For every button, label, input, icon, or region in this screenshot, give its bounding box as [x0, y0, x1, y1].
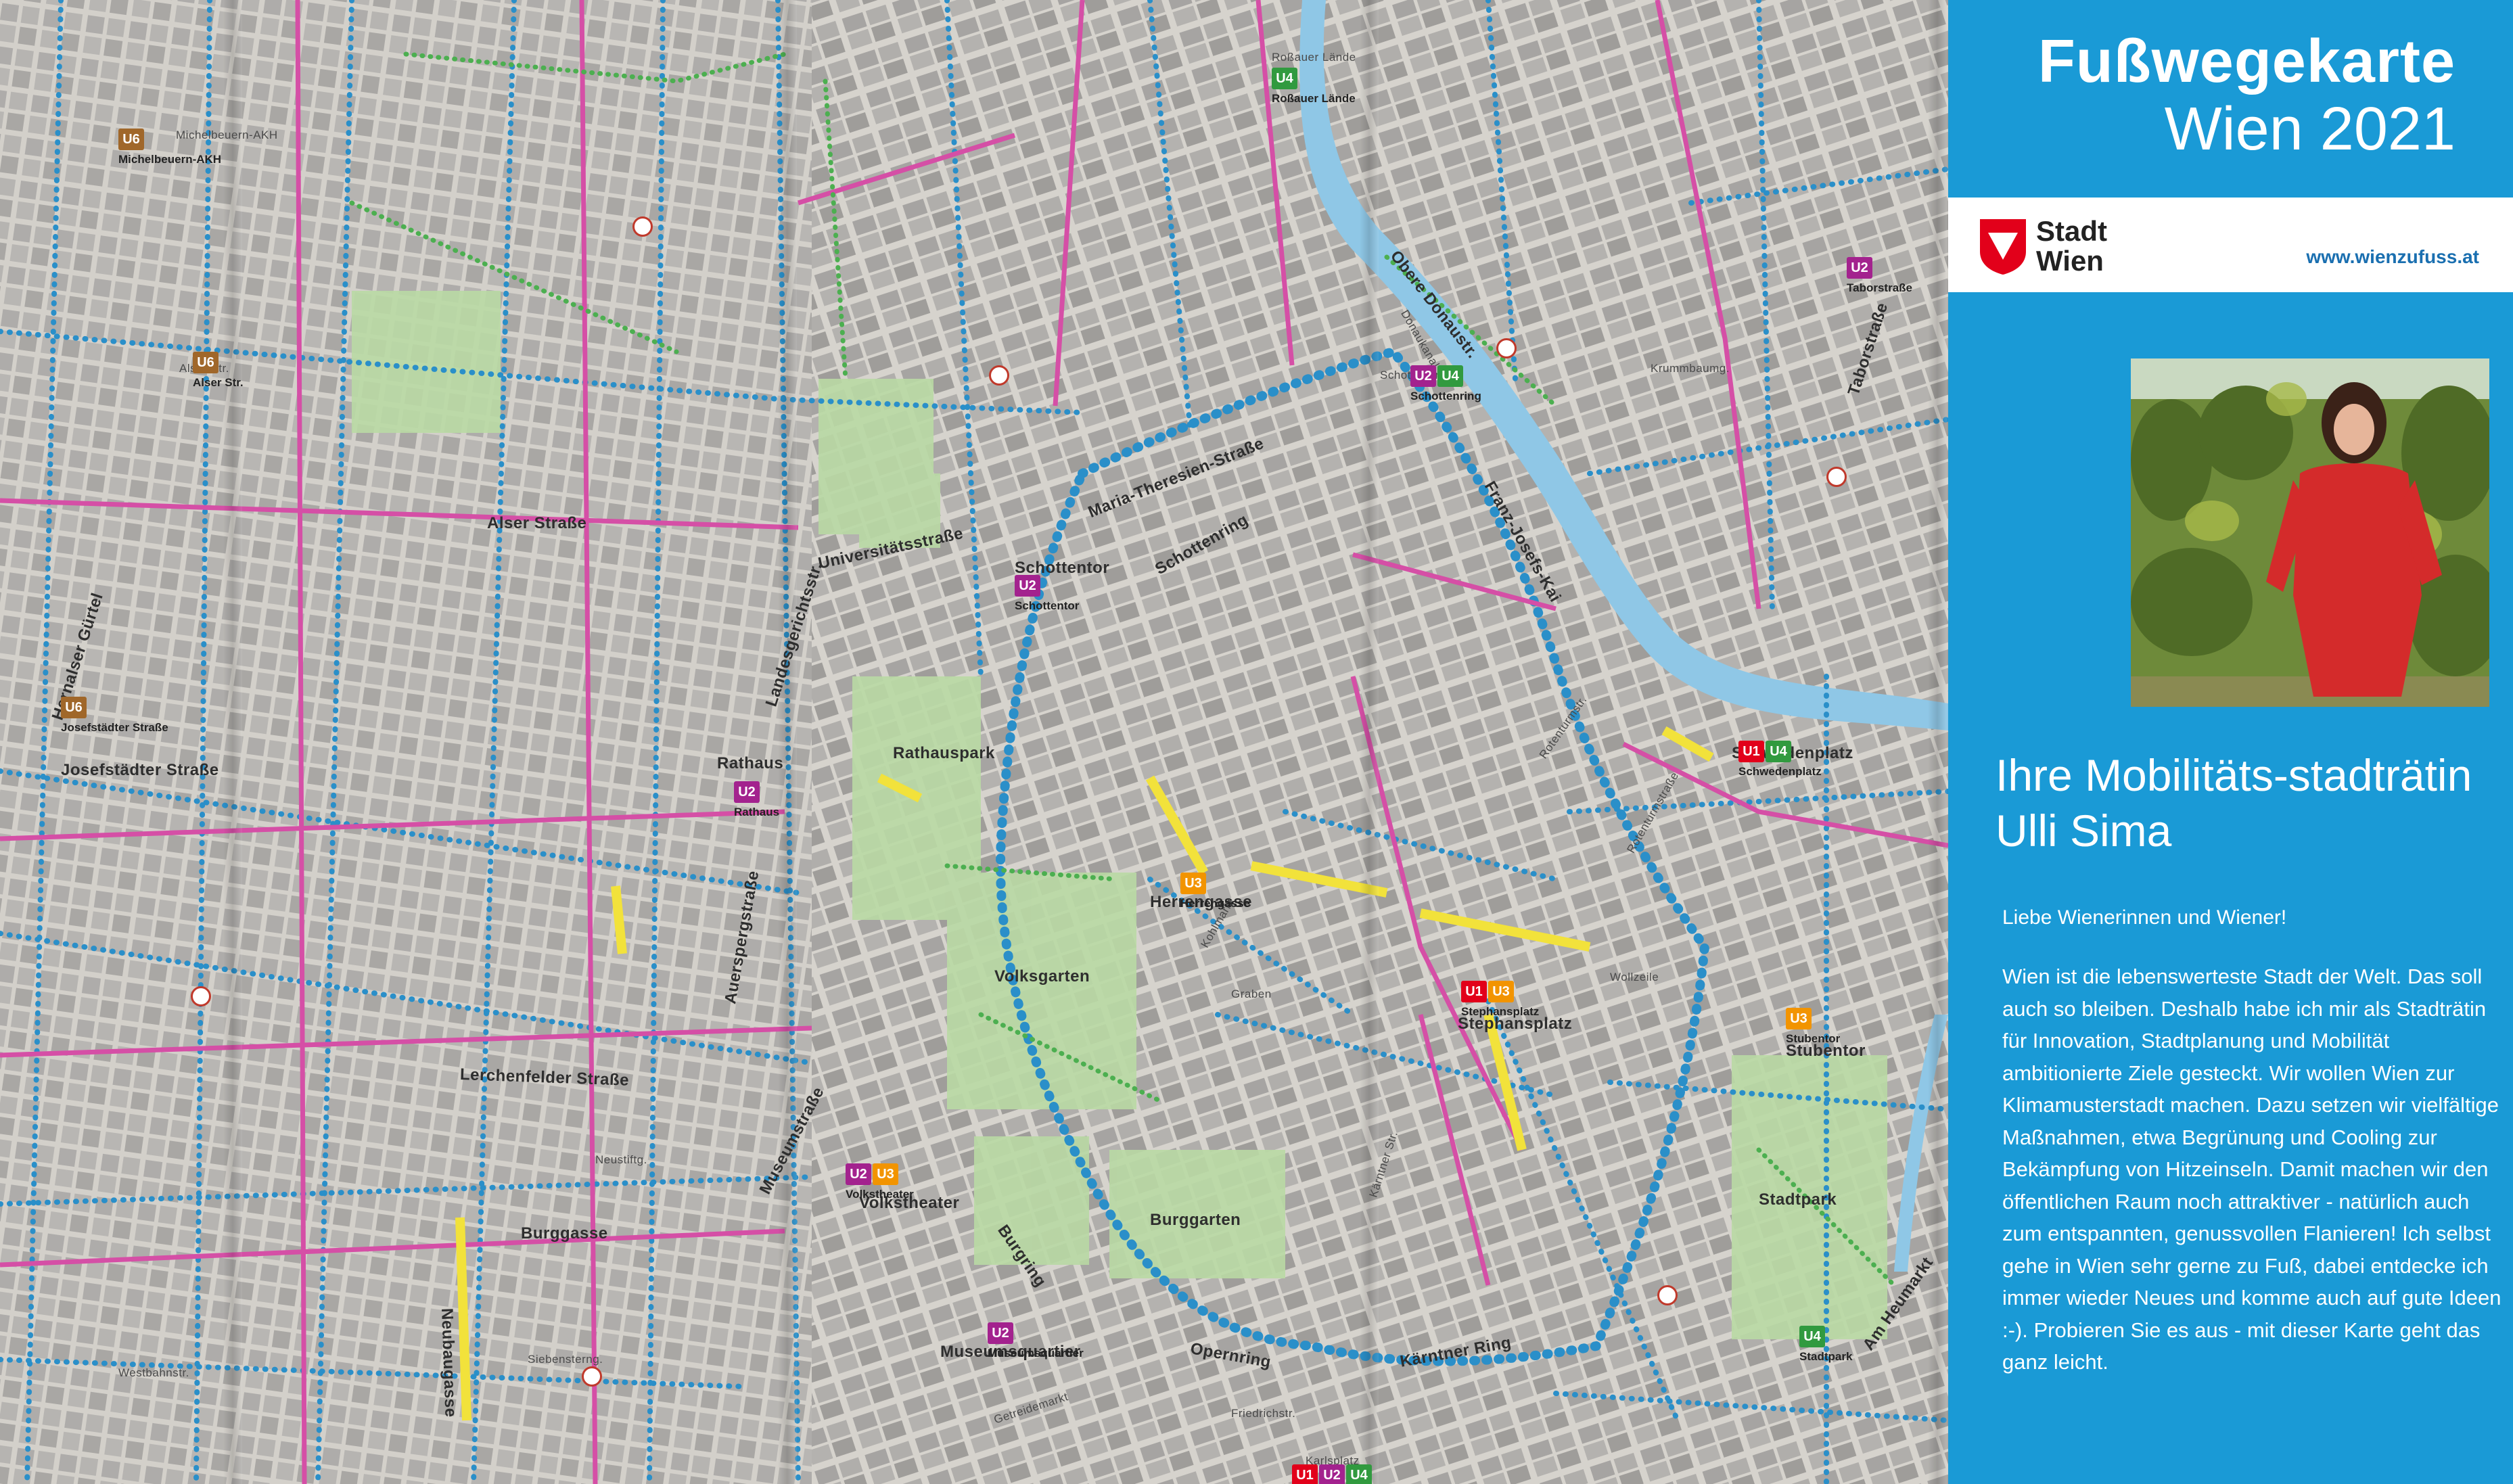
- poi-marker[interactable]: [1657, 1285, 1678, 1305]
- subway-station-badge[interactable]: U3: [1180, 873, 1206, 894]
- street-label: Burggarten: [1150, 1211, 1241, 1229]
- subway-station-badge[interactable]: U2: [734, 781, 760, 803]
- station-name: Schwedenplatz: [1738, 765, 1822, 778]
- park-maria-theresien-platz: [974, 1136, 1089, 1265]
- poi-marker[interactable]: [632, 216, 653, 237]
- map-title: Fußwegekarte: [2037, 28, 2456, 95]
- subway-line-badge: U2: [1015, 575, 1040, 597]
- logo-band: Stadt Wien www.wienzufuss.at: [1948, 198, 2513, 292]
- street-label: Alser Straße: [487, 514, 587, 532]
- subway-station-badge[interactable]: U6: [61, 697, 87, 718]
- subway-line-badge: U2: [1410, 365, 1436, 387]
- subway-line-badge: U4: [1272, 68, 1297, 89]
- street-label: Michelbeuern-AKH: [176, 129, 278, 141]
- station-name: Herrengasse: [1180, 897, 1251, 910]
- street-label: Josefstädter Straße: [61, 761, 219, 779]
- subway-line-badge: U6: [61, 697, 87, 718]
- panel-heading: Ihre Mobilitäts-stadträtin Ulli Sima: [1996, 750, 2472, 856]
- poi-marker[interactable]: [1826, 467, 1847, 487]
- subway-station-badge[interactable]: U2: [988, 1322, 1013, 1344]
- subway-line-badge: U2: [1319, 1464, 1345, 1484]
- poi-marker[interactable]: [1496, 338, 1517, 358]
- station-name: Stephansplatz: [1461, 1005, 1540, 1018]
- subway-line-badge: U1: [1738, 741, 1764, 762]
- stadt-wien-logo: Stadt Wien: [2036, 216, 2107, 276]
- poi-marker[interactable]: [582, 1366, 602, 1387]
- station-name: Alser Str.: [193, 376, 244, 389]
- subway-station-badge[interactable]: U1 U3: [1461, 981, 1514, 1002]
- poi-marker[interactable]: [989, 365, 1009, 386]
- station-name: Roßauer Lände: [1272, 92, 1356, 105]
- subway-station-badge[interactable]: U4: [1799, 1326, 1825, 1347]
- logo-line-1: Stadt: [2036, 215, 2107, 247]
- subway-line-badge: U4: [1766, 741, 1791, 762]
- subway-line-badge: U3: [1488, 981, 1514, 1002]
- subway-station-badge[interactable]: U2: [1847, 257, 1872, 279]
- subway-line-badge: U1: [1292, 1464, 1318, 1484]
- station-name: Schottentor: [1015, 599, 1080, 612]
- subway-station-badge[interactable]: U2 U3: [846, 1163, 898, 1185]
- station-name: Schottenring: [1410, 390, 1481, 402]
- street-label: Friedrichstr.: [1231, 1407, 1296, 1420]
- stadt-wien-shield-icon: [1980, 219, 2026, 275]
- street-label: Burggasse: [521, 1224, 608, 1243]
- map-canvas: [0, 0, 1948, 1484]
- station-name: Museumsquartier: [988, 1347, 1084, 1360]
- panel-greeting: Liebe Wienerinnen und Wiener!: [2002, 906, 2287, 929]
- street-label: Rathaus: [717, 754, 784, 772]
- street-label: Krummbaumg.: [1651, 362, 1730, 375]
- station-name: Stubentor: [1786, 1032, 1841, 1045]
- station-name: Josefstädter Straße: [61, 721, 168, 734]
- street-label: Rathauspark: [893, 744, 995, 762]
- street-label: Westbahnstr.: [118, 1366, 189, 1379]
- website-link[interactable]: www.wienzufuss.at: [2306, 246, 2479, 268]
- street-label: Graben: [1231, 988, 1272, 1000]
- subway-line-badge: U3: [873, 1163, 898, 1185]
- station-name: Rathaus: [734, 806, 780, 818]
- subway-line-badge: U2: [988, 1322, 1013, 1344]
- fold-line-3: [1360, 0, 1379, 1484]
- subway-station-badge[interactable]: U2 U4: [1410, 365, 1463, 387]
- park-altes-akh: [352, 291, 501, 433]
- subway-line-badge: U4: [1437, 365, 1463, 387]
- subway-line-badge: U6: [193, 352, 218, 373]
- subway-line-badge: U3: [1180, 873, 1206, 894]
- map-subtitle: Wien 2021: [2164, 95, 2456, 163]
- panel-body: Wien ist die lebenswerteste Stadt der We…: [2002, 965, 2502, 1374]
- subway-station-badge[interactable]: U3: [1786, 1008, 1812, 1029]
- subway-station-badge[interactable]: U2: [1015, 575, 1040, 597]
- subway-line-badge: U1: [1461, 981, 1487, 1002]
- subway-line-badge: U4: [1346, 1464, 1372, 1484]
- subway-station-badge[interactable]: U6: [118, 129, 144, 150]
- street-label: Volksgarten: [994, 967, 1090, 986]
- street-label: Neustiftg.: [595, 1153, 647, 1166]
- station-name: Stadtpark: [1799, 1350, 1853, 1363]
- street-label: Neubaugasse: [438, 1307, 460, 1418]
- subway-line-badge: U2: [734, 781, 760, 803]
- portrait-photo: [2131, 358, 2489, 707]
- street-label: Stadtpark: [1759, 1190, 1837, 1209]
- station-name: Volkstheater: [846, 1188, 914, 1201]
- subway-station-badge[interactable]: U6: [193, 352, 218, 373]
- subway-station-badge[interactable]: U1 U2 U4: [1292, 1464, 1372, 1484]
- info-panel: Fußwegekarte Wien 2021 Stadt Wien www.wi…: [1948, 0, 2513, 1484]
- subway-line-badge: U2: [1847, 257, 1872, 279]
- subway-line-badge: U4: [1799, 1326, 1825, 1347]
- street-label: Roßauer Lände: [1272, 51, 1356, 64]
- station-name: Michelbeuern-AKH: [118, 153, 222, 166]
- fold-line-2: [778, 0, 797, 1484]
- logo-line-2: Wien: [2036, 245, 2104, 277]
- subway-line-badge: U3: [1786, 1008, 1812, 1029]
- subway-station-badge[interactable]: U4: [1272, 68, 1297, 89]
- station-name: Taborstraße: [1847, 281, 1912, 294]
- poi-marker[interactable]: [191, 986, 211, 1006]
- subway-line-badge: U2: [846, 1163, 871, 1185]
- subway-line-badge: U6: [118, 129, 144, 150]
- street-label: Wollzeile: [1610, 971, 1659, 983]
- title-area: Fußwegekarte Wien 2021: [1948, 0, 2513, 198]
- subway-station-badge[interactable]: U1 U4: [1738, 741, 1791, 762]
- walking-map[interactable]: Universitätsstraße Maria-Theresien-Straße…: [0, 0, 1948, 1484]
- fold-line-1: [223, 0, 242, 1484]
- street-label: Siebensterng.: [528, 1353, 603, 1366]
